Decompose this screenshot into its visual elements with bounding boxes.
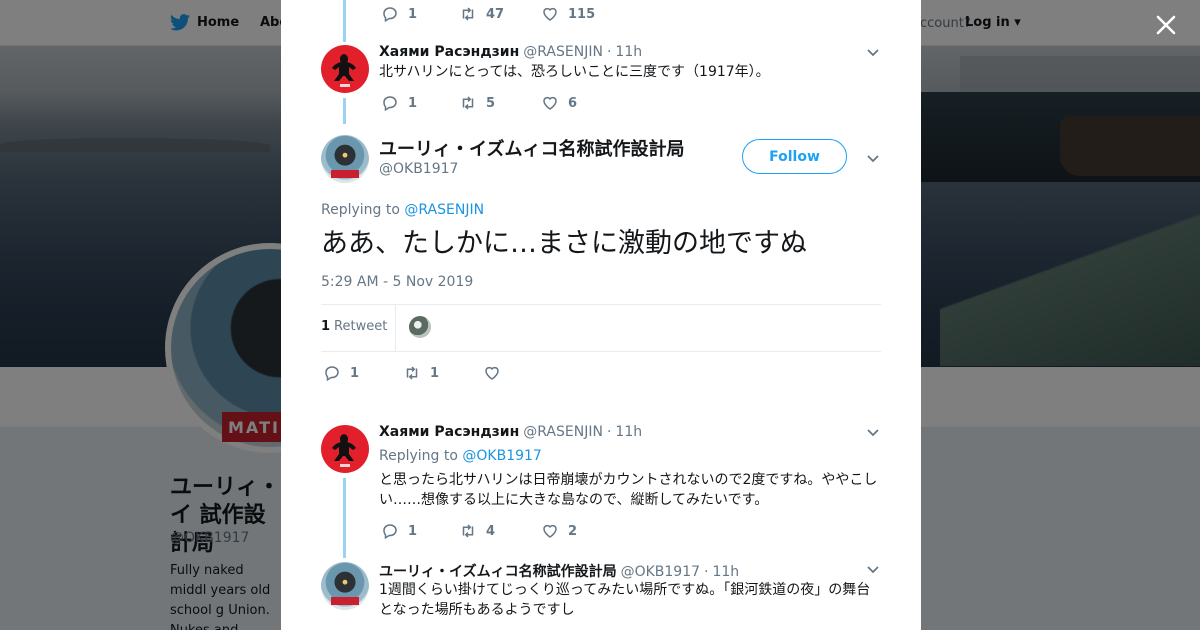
like-action[interactable]: 2 bbox=[541, 522, 577, 540]
close-icon[interactable] bbox=[1155, 14, 1177, 36]
heart-icon bbox=[543, 7, 557, 21]
user-avatar[interactable] bbox=[321, 135, 369, 183]
tweet-actions: 1 5 6 bbox=[381, 93, 577, 113]
gorilla-logo-icon bbox=[332, 54, 356, 87]
tweet-time[interactable]: 11h bbox=[712, 564, 739, 580]
retweet-count: 4 bbox=[486, 523, 496, 539]
main-tweet-author-name[interactable]: ユーリィ・イズムィコ名称試作設計局 bbox=[379, 135, 684, 161]
chevron-down-icon[interactable] bbox=[866, 563, 880, 577]
like-action[interactable]: 115 bbox=[541, 5, 595, 23]
author-handle: @RASENJIN bbox=[523, 44, 603, 60]
author-handle: @OKB1917 bbox=[620, 564, 701, 580]
tweet-time[interactable]: 11h bbox=[615, 424, 642, 440]
retweet-stat-label: Retweet bbox=[334, 319, 388, 334]
like-count: 2 bbox=[568, 523, 578, 539]
chevron-down-icon[interactable] bbox=[866, 152, 880, 166]
tweet-author[interactable]: Хаями Расэндзин @RASENJIN · 11h bbox=[379, 44, 642, 60]
retweet-stat-count: 1 bbox=[321, 319, 331, 334]
retweet-icon bbox=[462, 524, 474, 538]
like-count: 6 bbox=[568, 95, 578, 111]
author-handle: @RASENJIN bbox=[523, 424, 603, 440]
heart-icon bbox=[543, 524, 557, 538]
main-tweet-text: ああ、たしかに…まさに激動の地ですぬ bbox=[321, 228, 807, 259]
replying-prefix: Replying to bbox=[321, 202, 400, 218]
retweet-count: 1 bbox=[430, 365, 440, 381]
thread-connector bbox=[343, 478, 346, 558]
retweet-action[interactable]: 5 bbox=[459, 94, 541, 112]
divider bbox=[395, 305, 396, 351]
reply-icon bbox=[383, 7, 397, 23]
avatar-label-stripe bbox=[331, 170, 359, 178]
divider bbox=[321, 351, 881, 352]
main-tweet-timestamp[interactable]: 5:29 AM - 5 Nov 2019 bbox=[321, 274, 473, 290]
divider bbox=[321, 304, 881, 305]
like-action[interactable]: 6 bbox=[541, 94, 577, 112]
replying-to: Replying to @RASENJIN bbox=[321, 202, 484, 218]
heart-icon bbox=[485, 366, 499, 380]
tweet-actions: 1 47 115 bbox=[381, 4, 595, 24]
dot-separator: · bbox=[606, 424, 612, 440]
reply-count: 1 bbox=[408, 95, 418, 111]
main-tweet-author-handle[interactable]: @OKB1917 bbox=[379, 161, 458, 177]
reply-action[interactable]: 1 bbox=[381, 522, 459, 540]
tweet-text: 北サハリンにとっては、恐ろしいことに三度です（1917年）。 bbox=[379, 64, 770, 80]
user-avatar[interactable] bbox=[321, 45, 369, 93]
author-name: Хаями Расэндзин bbox=[379, 424, 520, 440]
retweet-stats[interactable]: 1 Retweet bbox=[321, 319, 387, 334]
reply-icon bbox=[383, 524, 397, 540]
dot-separator: · bbox=[704, 564, 709, 580]
retweet-count: 47 bbox=[486, 6, 505, 22]
gorilla-logo-icon bbox=[332, 434, 356, 467]
tweet-time[interactable]: 11h bbox=[615, 44, 642, 60]
reply-icon bbox=[325, 366, 339, 382]
reply-action[interactable]: 1 bbox=[381, 94, 459, 112]
retweet-action[interactable]: 1 bbox=[403, 364, 483, 382]
like-count: 115 bbox=[568, 6, 596, 22]
retweet-action[interactable]: 47 bbox=[459, 5, 541, 23]
user-avatar[interactable] bbox=[321, 562, 369, 610]
reply-action[interactable]: 1 bbox=[381, 5, 459, 23]
tweet-text: 1週間くらい掛けてじっくり巡ってみたい場所ですぬ。「銀河鉄道の夜」の舞台となった… bbox=[379, 582, 871, 618]
thread-connector bbox=[343, 0, 346, 42]
tweet-author[interactable]: Хаями Расэндзин @RASENJIN · 11h bbox=[379, 424, 642, 440]
follow-button[interactable]: Follow bbox=[742, 139, 847, 174]
user-avatar[interactable] bbox=[321, 425, 369, 473]
tweet-actions: 1 4 2 bbox=[381, 521, 577, 541]
retweet-icon bbox=[462, 96, 474, 110]
author-name: ユーリィ・イズムィコ名称試作設計局 bbox=[379, 564, 617, 580]
retweet-count: 5 bbox=[486, 95, 496, 111]
like-action[interactable] bbox=[483, 364, 510, 382]
retweet-icon bbox=[406, 366, 418, 380]
retweet-action[interactable]: 4 bbox=[459, 522, 541, 540]
tweet-actions: 1 1 bbox=[323, 363, 510, 383]
tweet-author[interactable]: ユーリィ・イズムィコ名称試作設計局 @OKB1917 · 11h bbox=[379, 561, 739, 581]
thread-connector bbox=[343, 98, 346, 124]
replying-to-link[interactable]: @OKB1917 bbox=[462, 448, 541, 464]
tweet-text: と思ったら北サハリンは日帝崩壊がカウントされないので2度ですね。ややこしい……想… bbox=[379, 472, 878, 508]
reply-count: 1 bbox=[350, 365, 360, 381]
reply-icon bbox=[383, 96, 397, 112]
replying-prefix: Replying to bbox=[379, 448, 458, 464]
heart-icon bbox=[543, 96, 557, 110]
chevron-down-icon[interactable] bbox=[866, 46, 880, 60]
avatar-label-stripe bbox=[331, 597, 359, 605]
reply-count: 1 bbox=[408, 6, 418, 22]
tweet-permalink-modal: 1 47 115 Хаями Расэндзин @RASENJIN · 11h 北サ… bbox=[281, 0, 921, 630]
chevron-down-icon[interactable] bbox=[866, 426, 880, 440]
replying-to-link[interactable]: @RASENJIN bbox=[404, 202, 484, 218]
retweeter-avatar[interactable] bbox=[409, 316, 431, 338]
replying-to: Replying to @OKB1917 bbox=[379, 448, 542, 464]
retweet-icon bbox=[462, 7, 474, 21]
reply-action[interactable]: 1 bbox=[323, 364, 403, 382]
reply-count: 1 bbox=[408, 523, 418, 539]
author-name: Хаями Расэндзин bbox=[379, 44, 520, 60]
dot-separator: · bbox=[606, 44, 612, 60]
